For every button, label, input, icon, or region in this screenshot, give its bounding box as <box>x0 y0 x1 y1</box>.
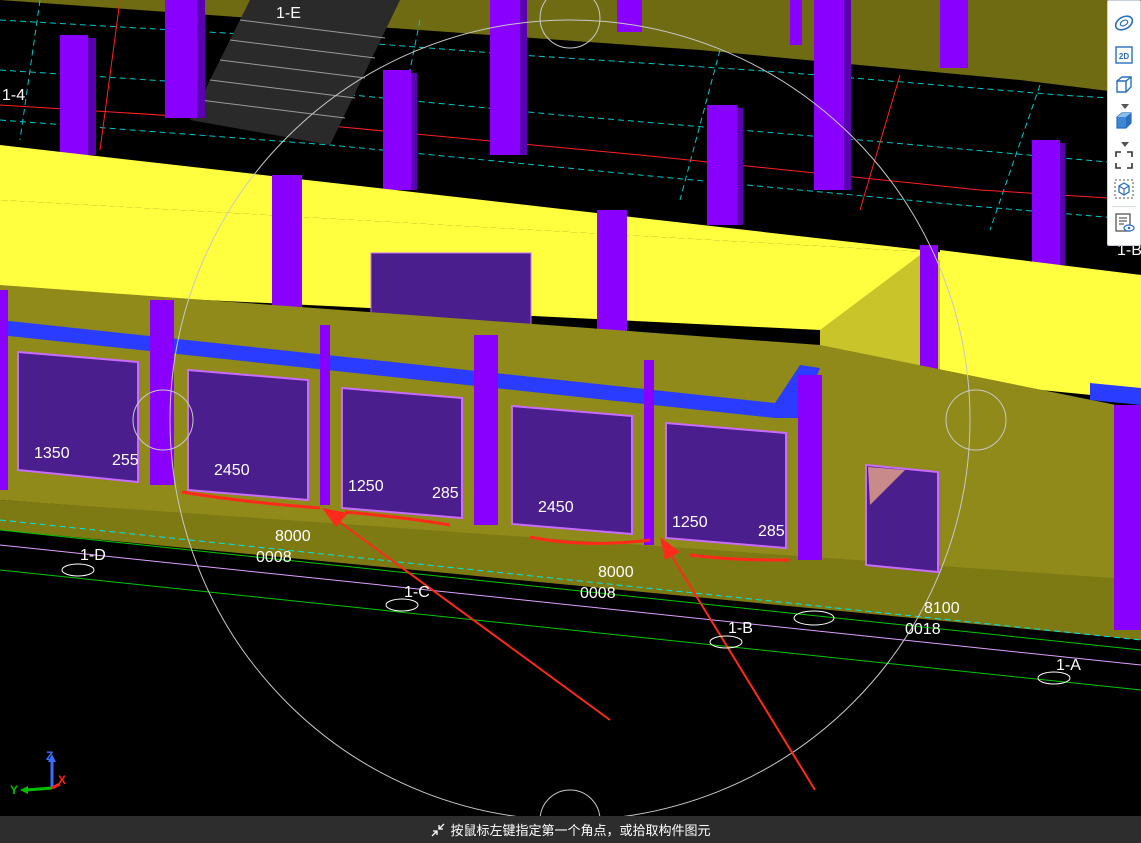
span-dimension-2: 8000 <box>598 564 634 581</box>
cube-solid-icon <box>1116 112 1132 129</box>
span-mirror-1: 0008 <box>256 549 292 566</box>
z-axis-label: Z <box>46 749 53 763</box>
grid-label-1a: 1-A <box>1056 657 1081 674</box>
toolbar-divider <box>1112 206 1136 207</box>
y-axis-arrow <box>25 786 53 792</box>
view-solid-button[interactable] <box>1112 109 1136 133</box>
solid-dropdown-caret[interactable] <box>1120 136 1130 147</box>
3d-viewport[interactable]: 1-E 1-4 1-B 1-D 1-C 1-B 1-A 8000 8000 81… <box>0 0 1141 816</box>
span-mirror-2: 0008 <box>580 585 616 602</box>
span-dimension-3: 8100 <box>924 600 960 617</box>
x-axis-label: X <box>58 773 66 787</box>
yellow-wall-segment <box>1090 305 1141 390</box>
dynamic-observe-button[interactable] <box>1112 11 1136 35</box>
view-2d-button[interactable]: 2D <box>1112 43 1136 67</box>
span-dimension-1: 8000 <box>275 528 311 545</box>
svg-text:2450: 2450 <box>214 462 250 479</box>
svg-text:1250: 1250 <box>672 514 708 531</box>
grid-label-1c: 1-C <box>404 584 430 601</box>
svg-text:1350: 1350 <box>34 445 70 462</box>
view-dropdown-caret[interactable] <box>1120 98 1130 109</box>
local-3d-button[interactable] <box>1112 177 1136 201</box>
svg-text:2450: 2450 <box>538 499 574 516</box>
orbit-ellipse-icon <box>1114 15 1134 31</box>
span-mirror-3: 0018 <box>905 621 941 638</box>
status-message: 按鼠标左键指定第一个角点，或拾取构件图元 <box>450 823 711 838</box>
svg-text:285: 285 <box>758 523 785 540</box>
display-settings-button[interactable] <box>1112 211 1136 235</box>
grid-label-1d: 1-D <box>80 547 106 564</box>
full-screen-corners-icon <box>1115 151 1133 169</box>
building-model-view[interactable]: 1-E 1-4 1-B 1-D 1-C 1-B 1-A 8000 8000 81… <box>0 0 1141 816</box>
cube-in-dashed-frame-icon <box>1114 179 1134 199</box>
svg-text:285: 285 <box>432 485 459 502</box>
document-eye-icon <box>1115 213 1135 232</box>
cube-view-icon <box>1116 76 1132 93</box>
axis-gizmo: Z Y X <box>8 748 78 804</box>
svg-text:1250: 1250 <box>348 478 384 495</box>
shrink-arrows-icon <box>432 823 445 836</box>
zoom-extents-button[interactable] <box>1112 148 1136 172</box>
axis-label-left: 1-4 <box>2 87 25 104</box>
svg-text:255: 255 <box>112 452 139 469</box>
view-toolbar: 2D <box>1107 0 1141 246</box>
status-bar: 按鼠标左键指定第一个角点，或拾取构件图元 <box>0 816 1141 843</box>
svg-text:2D: 2D <box>1119 52 1129 61</box>
y-axis-label: Y <box>10 783 18 797</box>
view-2d-icon: 2D <box>1115 46 1133 64</box>
view-3d-button[interactable] <box>1112 73 1136 97</box>
axis-label-top: 1-E <box>276 5 301 22</box>
grid-label-1b: 1-B <box>728 620 753 637</box>
